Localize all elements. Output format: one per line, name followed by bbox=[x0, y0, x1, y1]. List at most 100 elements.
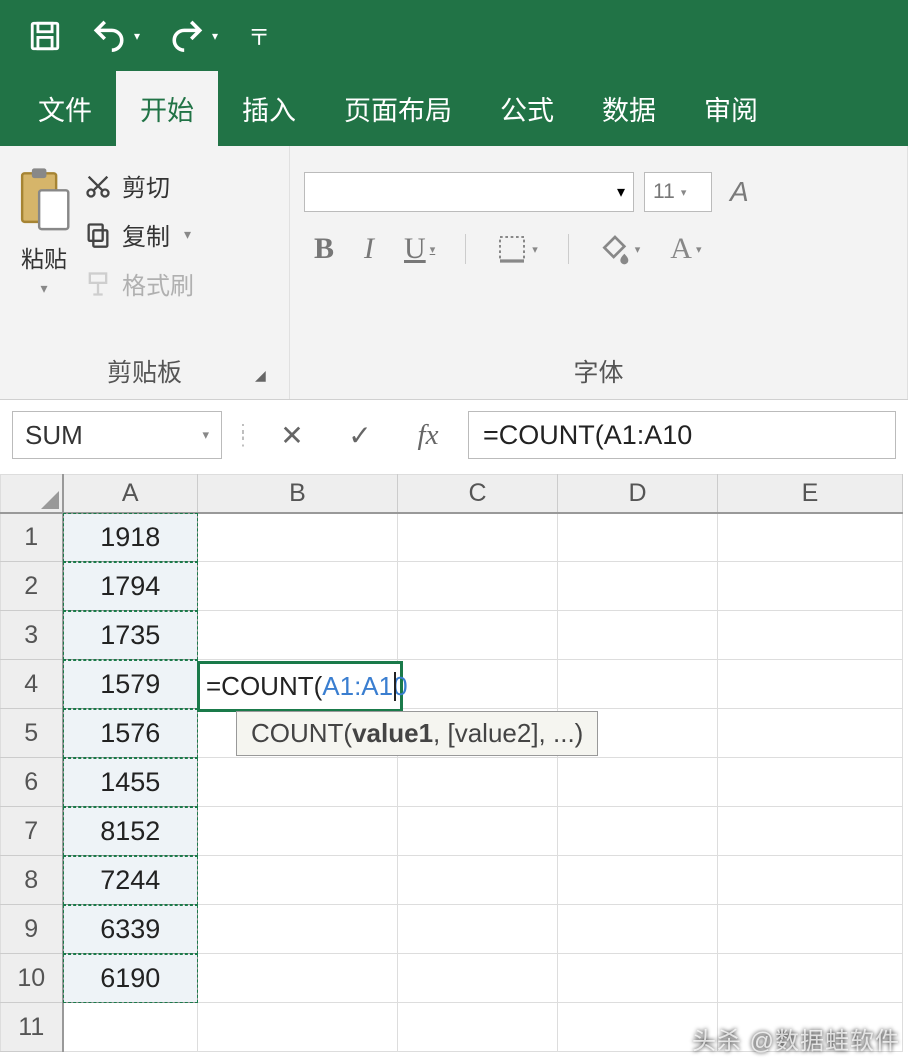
cell[interactable]: 6339 bbox=[63, 905, 198, 954]
column-header[interactable]: B bbox=[198, 475, 398, 513]
paste-button[interactable]: 粘贴 ▾ bbox=[14, 166, 74, 301]
cell[interactable]: 8152 bbox=[63, 807, 198, 856]
cell[interactable]: 1455 bbox=[63, 758, 198, 807]
cell[interactable] bbox=[558, 660, 718, 709]
save-button[interactable] bbox=[28, 19, 62, 53]
cell[interactable] bbox=[198, 905, 398, 954]
cell[interactable] bbox=[198, 856, 398, 905]
column-header[interactable]: E bbox=[718, 475, 903, 513]
row-header[interactable]: 1 bbox=[1, 513, 63, 562]
font-color-button[interactable]: A▾ bbox=[670, 232, 701, 266]
column-header[interactable]: D bbox=[558, 475, 718, 513]
cell[interactable] bbox=[198, 807, 398, 856]
chevron-down-icon[interactable]: ▾ bbox=[202, 427, 209, 443]
cell[interactable] bbox=[398, 660, 558, 709]
cell[interactable] bbox=[398, 513, 558, 562]
row-header[interactable]: 2 bbox=[1, 562, 63, 611]
cell[interactable] bbox=[718, 611, 903, 660]
cancel-formula-button[interactable]: ✕ bbox=[264, 413, 320, 457]
cell[interactable] bbox=[718, 758, 903, 807]
cell[interactable] bbox=[198, 611, 398, 660]
cut-button[interactable]: 剪切 bbox=[84, 168, 194, 203]
resize-handle-icon[interactable]: ⋮⋮ bbox=[234, 427, 252, 443]
cell[interactable] bbox=[198, 758, 398, 807]
cell[interactable] bbox=[398, 562, 558, 611]
cell[interactable]: 1794 bbox=[63, 562, 198, 611]
borders-button[interactable]: ▾ bbox=[496, 233, 538, 265]
active-cell-editor[interactable]: =COUNT(A1:A10 bbox=[197, 661, 403, 712]
cell[interactable] bbox=[558, 807, 718, 856]
italic-button[interactable]: I bbox=[364, 232, 374, 266]
font-size-select[interactable]: 11▾ bbox=[644, 172, 712, 212]
cell[interactable]: 1735 bbox=[63, 611, 198, 660]
cell[interactable] bbox=[198, 513, 398, 562]
tab-home[interactable]: 开始 bbox=[116, 71, 218, 146]
cell[interactable] bbox=[198, 954, 398, 1003]
qat-customize-button[interactable]: 〒 bbox=[248, 20, 270, 52]
cell[interactable] bbox=[398, 758, 558, 807]
cell[interactable]: 7244 bbox=[63, 856, 198, 905]
spreadsheet-grid[interactable]: A B C D E 119182179431735415795157661455… bbox=[0, 474, 908, 1052]
increase-font-icon[interactable]: A bbox=[730, 176, 749, 208]
cell[interactable] bbox=[398, 954, 558, 1003]
cell[interactable] bbox=[718, 856, 903, 905]
cell[interactable] bbox=[718, 954, 903, 1003]
cell[interactable] bbox=[558, 758, 718, 807]
row-header[interactable]: 6 bbox=[1, 758, 63, 807]
name-box[interactable]: SUM ▾ bbox=[12, 411, 222, 459]
select-all-corner[interactable] bbox=[1, 475, 63, 513]
undo-dropdown-icon[interactable]: ▾ bbox=[134, 29, 140, 43]
row-header[interactable]: 4 bbox=[1, 660, 63, 709]
cell[interactable] bbox=[558, 611, 718, 660]
cell[interactable] bbox=[718, 660, 903, 709]
cell[interactable] bbox=[718, 709, 903, 758]
row-header[interactable]: 3 bbox=[1, 611, 63, 660]
cell[interactable] bbox=[558, 954, 718, 1003]
fill-color-button[interactable]: ▾ bbox=[599, 233, 641, 265]
bold-button[interactable]: B bbox=[314, 232, 334, 266]
row-header[interactable]: 9 bbox=[1, 905, 63, 954]
cell[interactable] bbox=[718, 905, 903, 954]
cell[interactable]: 1579 bbox=[63, 660, 198, 709]
cell[interactable] bbox=[718, 562, 903, 611]
cell[interactable] bbox=[558, 562, 718, 611]
enter-formula-button[interactable]: ✓ bbox=[332, 413, 388, 457]
cell[interactable] bbox=[718, 513, 903, 562]
clipboard-dialog-launcher[interactable]: ◢ bbox=[255, 367, 275, 387]
tab-data[interactable]: 数据 bbox=[578, 71, 680, 146]
row-header[interactable]: 10 bbox=[1, 954, 63, 1003]
cell[interactable] bbox=[198, 562, 398, 611]
cell[interactable]: 1576 bbox=[63, 709, 198, 758]
cell[interactable] bbox=[198, 1003, 398, 1052]
tab-review[interactable]: 审阅 bbox=[680, 71, 782, 146]
formula-input[interactable]: =COUNT(A1:A10 bbox=[468, 411, 896, 459]
column-header[interactable]: A bbox=[63, 475, 198, 513]
row-header[interactable]: 5 bbox=[1, 709, 63, 758]
tab-insert[interactable]: 插入 bbox=[218, 71, 320, 146]
copy-button[interactable]: 复制 ▾ bbox=[84, 217, 194, 252]
paste-dropdown-icon[interactable]: ▾ bbox=[40, 280, 47, 297]
cell[interactable] bbox=[398, 856, 558, 905]
font-family-select[interactable]: ▾ bbox=[304, 172, 634, 212]
cell[interactable] bbox=[558, 905, 718, 954]
cell[interactable] bbox=[398, 1003, 558, 1052]
tab-formulas[interactable]: 公式 bbox=[476, 71, 578, 146]
cell[interactable] bbox=[558, 856, 718, 905]
copy-dropdown-icon[interactable]: ▾ bbox=[184, 226, 191, 243]
underline-button[interactable]: U▾ bbox=[404, 232, 435, 266]
cell[interactable] bbox=[63, 1003, 198, 1052]
row-header[interactable]: 8 bbox=[1, 856, 63, 905]
cell[interactable]: 6190 bbox=[63, 954, 198, 1003]
row-header[interactable]: 11 bbox=[1, 1003, 63, 1052]
cell[interactable] bbox=[398, 807, 558, 856]
row-header[interactable]: 7 bbox=[1, 807, 63, 856]
column-header[interactable]: C bbox=[398, 475, 558, 513]
cell[interactable] bbox=[558, 513, 718, 562]
cell[interactable]: 1918 bbox=[63, 513, 198, 562]
cell[interactable] bbox=[718, 807, 903, 856]
format-painter-button[interactable]: 格式刷 bbox=[84, 266, 194, 301]
redo-dropdown-icon[interactable]: ▾ bbox=[212, 29, 218, 43]
undo-button[interactable]: ▾ bbox=[92, 19, 140, 53]
insert-function-button[interactable]: fx bbox=[400, 413, 456, 457]
redo-button[interactable]: ▾ bbox=[170, 19, 218, 53]
